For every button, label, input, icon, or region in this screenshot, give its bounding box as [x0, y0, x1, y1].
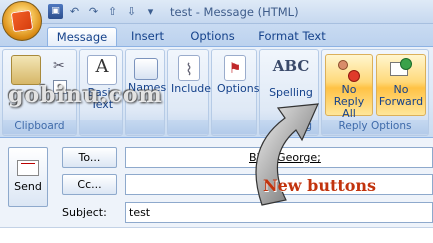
up-arrow-icon[interactable]: ⇧ — [105, 4, 120, 19]
quick-access-toolbar: ▣ ↶ ↷ ⇧ ⇩ ▾ — [48, 4, 158, 19]
redo-icon[interactable]: ↷ — [86, 4, 101, 19]
down-arrow-icon[interactable]: ⇩ — [124, 4, 139, 19]
no-forward-icon — [388, 58, 414, 82]
clipboard-group-label: Clipboard — [3, 120, 76, 134]
send-button[interactable]: Send — [8, 147, 48, 207]
spelling-button[interactable]: ABC Spelling — [266, 55, 316, 99]
options-button[interactable]: ⚑ Options — [217, 55, 259, 95]
save-icon[interactable]: ▣ — [48, 4, 63, 19]
no-reply-all-button[interactable]: No Reply All — [325, 54, 373, 120]
undo-icon[interactable]: ↶ — [67, 4, 82, 19]
address-book-icon — [134, 58, 158, 80]
office-button[interactable] — [2, 1, 42, 41]
ribbon-tabs: Message Insert Options Format Text — [0, 24, 433, 46]
subject-label: Subject: — [62, 206, 107, 219]
forward-arrow-icon — [400, 58, 412, 70]
no-reply-all-label-line2: Reply All — [333, 95, 365, 120]
cc-button[interactable]: Cc... — [62, 174, 117, 195]
group-proofing: ABC Spelling ing — [259, 49, 319, 136]
office-logo-icon — [10, 9, 34, 33]
include-group-label — [168, 120, 208, 134]
new-buttons-annotation: New buttons — [263, 176, 377, 195]
send-label: Send — [14, 180, 42, 193]
prohibited-icon — [348, 70, 360, 82]
title-bar: ▣ ↶ ↷ ⇧ ⇩ ▾ test - Message (HTML) — [0, 0, 433, 24]
include-button[interactable]: ⌇ Include — [171, 55, 211, 95]
send-envelope-icon — [17, 160, 39, 176]
person-icon — [338, 60, 348, 70]
paste-icon — [11, 55, 41, 85]
outlook-message-window: ▣ ↶ ↷ ⇧ ⇩ ▾ test - Message (HTML) Messag… — [0, 0, 433, 243]
tab-format-text[interactable]: Format Text — [252, 27, 332, 46]
to-recipient[interactable]: Binu George; — [249, 148, 321, 167]
options-group-label — [212, 120, 256, 134]
include-label: Include — [171, 82, 212, 95]
no-reply-all-icon — [336, 58, 362, 82]
group-options: ⚑ Options — [211, 49, 259, 136]
paperclip-icon: ⌇ — [178, 55, 200, 81]
proofing-group-label: ing — [260, 120, 318, 134]
to-button[interactable]: To... — [62, 147, 117, 168]
spelling-abc-icon: ABC — [272, 57, 310, 75]
to-field[interactable]: Binu George; — [125, 147, 433, 168]
no-forward-button[interactable]: No Forward — [376, 54, 426, 116]
options-label: Options — [217, 82, 260, 95]
cut-icon[interactable]: ✂ — [53, 58, 65, 74]
group-include: ⌇ Include — [167, 49, 211, 136]
reply-options-group-label: Reply Options — [322, 120, 428, 134]
compose-header: Send To... Binu George; Cc... Subject: t… — [0, 138, 433, 243]
font-color-icon: A — [87, 55, 117, 85]
basic-text-group-label — [80, 120, 122, 134]
subject-field[interactable]: test — [125, 202, 433, 223]
no-forward-label-line2: Forward — [378, 95, 424, 108]
tab-options[interactable]: Options — [180, 27, 245, 46]
message-body[interactable] — [0, 227, 433, 243]
names-group-label — [126, 120, 164, 134]
watermark: gobinu.com — [8, 82, 163, 108]
customize-icon[interactable]: ▾ — [143, 4, 158, 19]
tab-message[interactable]: Message — [47, 27, 117, 46]
spelling-label: Spelling — [269, 86, 313, 99]
tab-insert[interactable]: Insert — [120, 27, 175, 46]
group-reply-options: No Reply All No Forward Reply Options — [321, 49, 429, 136]
flag-icon: ⚑ — [224, 55, 246, 81]
window-title: test - Message (HTML) — [170, 5, 299, 19]
